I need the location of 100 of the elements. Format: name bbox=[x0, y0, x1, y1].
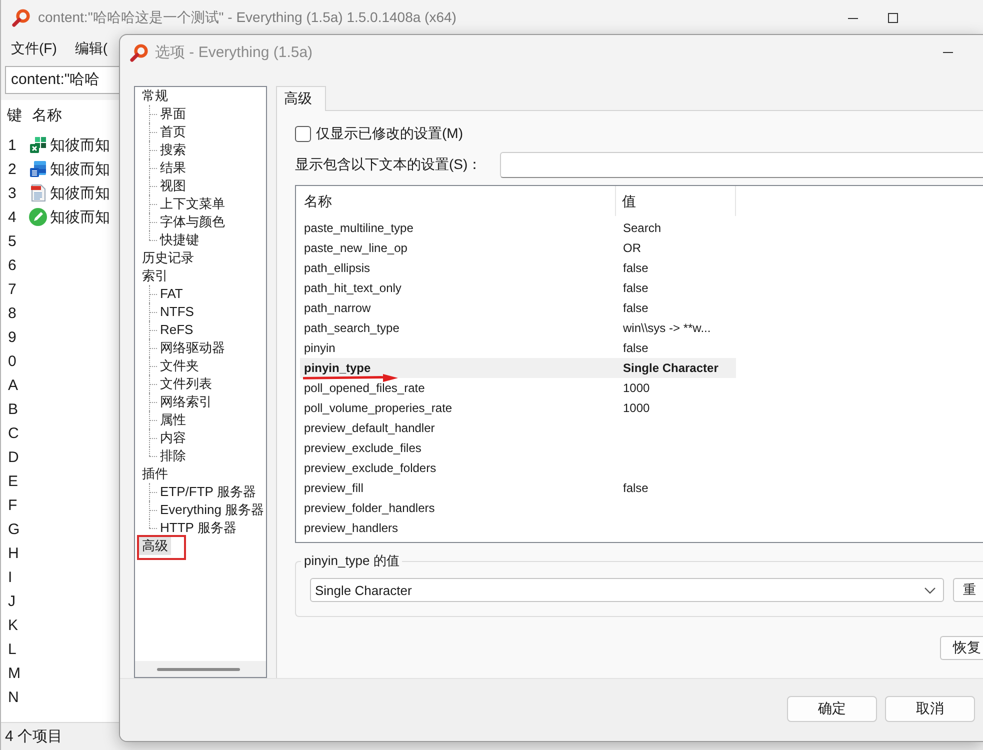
table-row[interactable]: preview_exclude_folders bbox=[300, 458, 736, 478]
checkbox-label[interactable]: 仅显示已修改的设置(M) bbox=[316, 125, 463, 143]
key-label: G bbox=[7, 520, 21, 538]
table-cell-text: 1000 bbox=[622, 380, 651, 397]
table-row[interactable]: preview_default_handler bbox=[300, 418, 736, 438]
group-label: pinyin_type 的值 bbox=[303, 552, 400, 570]
table-row[interactable]: preview_exclude_files bbox=[300, 438, 736, 458]
checkbox[interactable] bbox=[295, 126, 311, 142]
menu-item[interactable]: 文件(F) bbox=[11, 40, 57, 58]
tree-item[interactable]: 首页 bbox=[159, 123, 187, 141]
minimize-icon bbox=[943, 52, 953, 53]
table-cell-text: poll_opened_files_rate bbox=[303, 380, 426, 397]
tree-item[interactable]: 结果 bbox=[159, 159, 187, 177]
tree-item[interactable]: 搜索 bbox=[159, 141, 187, 159]
table-cell-text: OR bbox=[622, 240, 642, 257]
table-row[interactable]: preview_fill false bbox=[300, 478, 736, 498]
cancel-button[interactable]: 取消 bbox=[885, 696, 975, 722]
tree-item[interactable]: 视图 bbox=[159, 177, 187, 195]
table-cell-text: 1000 bbox=[622, 400, 651, 417]
tree-item[interactable]: 网络驱动器 bbox=[159, 339, 226, 357]
table-cell-text: pinyin bbox=[303, 340, 336, 357]
key-label: C bbox=[7, 424, 20, 442]
key-label: 1 bbox=[7, 136, 18, 154]
table-cell-text: paste_new_line_op bbox=[303, 240, 408, 257]
table-row[interactable]: pinyin false bbox=[300, 338, 736, 358]
magnifier-icon bbox=[130, 44, 148, 62]
field-label: 显示包含以下文本的设置(S)： bbox=[295, 156, 483, 174]
tab[interactable]: 高级 bbox=[276, 86, 326, 111]
tree-item[interactable]: 内容 bbox=[159, 429, 187, 447]
action-button[interactable]: 重 bbox=[953, 578, 983, 602]
table-cell-text: preview_default_handler bbox=[303, 420, 436, 437]
table-cell-text: path_narrow bbox=[303, 300, 372, 317]
pdf-file-icon bbox=[29, 184, 47, 202]
tree-item[interactable]: NTFS bbox=[159, 303, 195, 321]
scrollbar-thumb[interactable] bbox=[157, 668, 240, 670]
tree-item[interactable]: 快捷键 bbox=[159, 231, 200, 249]
key-label: A bbox=[7, 376, 20, 394]
tree-item[interactable]: 网络索引 bbox=[159, 393, 213, 411]
table-row[interactable]: preview_handlers bbox=[300, 518, 736, 538]
key-label: 4 bbox=[7, 208, 18, 226]
restore-button[interactable]: 恢复 bbox=[940, 636, 983, 660]
table-cell-text: false bbox=[622, 340, 650, 357]
tree-item[interactable]: ReFS bbox=[159, 321, 194, 339]
tree-item[interactable]: 文件列表 bbox=[159, 375, 213, 393]
ok-button[interactable]: 确定 bbox=[787, 696, 877, 722]
table-cell-text: Search bbox=[622, 220, 662, 237]
tree-item[interactable]: 索引 bbox=[141, 267, 169, 285]
column-header[interactable]: 名称 bbox=[32, 106, 62, 124]
table-row[interactable]: path_ellipsis false bbox=[300, 258, 736, 278]
column-header[interactable]: 值 bbox=[616, 186, 736, 216]
table-cell-text: pinyin_type bbox=[303, 360, 372, 377]
table-cell-text: win\\sys -> **w... bbox=[622, 320, 712, 337]
tree-item[interactable]: 高级 bbox=[139, 536, 171, 555]
tree-item[interactable]: 字体与颜色 bbox=[159, 213, 226, 231]
tree-item[interactable]: FAT bbox=[159, 285, 184, 303]
tree-item[interactable]: HTTP 服务器 bbox=[159, 519, 238, 537]
file-name[interactable]: 知彼而知 bbox=[50, 160, 110, 178]
table-row[interactable]: paste_multiline_type Search bbox=[300, 218, 736, 238]
key-label: 6 bbox=[7, 256, 18, 274]
tree-item[interactable]: 文件夹 bbox=[159, 357, 200, 375]
key-label: 9 bbox=[7, 328, 18, 346]
dropdown[interactable]: Single Character bbox=[310, 578, 944, 602]
table-row[interactable]: preview_folder_handlers bbox=[300, 498, 736, 518]
column-header[interactable]: 名称 bbox=[296, 186, 616, 216]
maximize-icon bbox=[888, 13, 898, 23]
table-cell-text: preview_exclude_folders bbox=[303, 460, 438, 477]
tree-item[interactable]: 历史记录 bbox=[141, 249, 195, 267]
spreadsheet-file-icon bbox=[29, 136, 47, 154]
file-name[interactable]: 知彼而知 bbox=[50, 136, 110, 154]
tree-item[interactable]: ETP/FTP 服务器 bbox=[159, 483, 257, 501]
table-row[interactable]: poll_volume_properies_rate 1000 bbox=[300, 398, 736, 418]
table-cell-text: preview_exclude_files bbox=[303, 440, 422, 457]
table-cell-text: path_search_type bbox=[303, 320, 400, 337]
column-header[interactable]: 键 bbox=[7, 106, 32, 124]
table-cell-text: path_ellipsis bbox=[303, 260, 372, 277]
tree-item[interactable]: 排除 bbox=[159, 447, 187, 465]
key-label: E bbox=[7, 472, 20, 490]
table-row[interactable]: poll_opened_files_rate 1000 bbox=[300, 378, 736, 398]
key-label: M bbox=[7, 664, 22, 682]
pencil-circle-icon bbox=[29, 208, 47, 226]
tree-item[interactable]: 属性 bbox=[159, 411, 187, 429]
table-cell-text: preview_fill bbox=[303, 480, 364, 497]
tree-item[interactable]: 常规 bbox=[141, 87, 169, 105]
menu-item[interactable]: 编辑( bbox=[74, 40, 108, 58]
table-row[interactable]: path_hit_text_only false bbox=[300, 278, 736, 298]
file-name[interactable]: 知彼而知 bbox=[50, 184, 110, 202]
key-label: B bbox=[7, 400, 20, 418]
tree-item[interactable]: 界面 bbox=[159, 105, 187, 123]
tree-item[interactable]: 插件 bbox=[141, 465, 169, 483]
table-row[interactable]: path_narrow false bbox=[300, 298, 736, 318]
tree-item[interactable]: Everything 服务器 bbox=[159, 501, 266, 519]
file-name[interactable]: 知彼而知 bbox=[50, 208, 110, 226]
table-cell-text: preview_folder_handlers bbox=[303, 500, 436, 517]
chevron-down-icon bbox=[924, 586, 936, 594]
table-row[interactable]: paste_new_line_op OR bbox=[300, 238, 736, 258]
table-row[interactable]: path_search_type win\\sys -> **w... bbox=[300, 318, 736, 338]
magnifier-icon bbox=[12, 9, 30, 27]
table-cell-text: false bbox=[622, 480, 650, 497]
text-field[interactable] bbox=[500, 152, 983, 178]
tree-item[interactable]: 上下文菜单 bbox=[159, 195, 226, 213]
